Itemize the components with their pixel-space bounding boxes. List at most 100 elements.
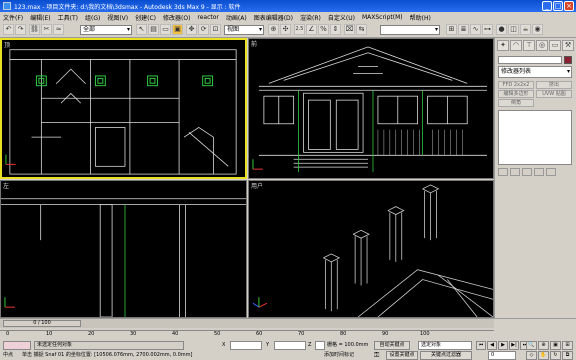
layer-manager-icon[interactable]: ≣ — [458, 24, 469, 35]
viewport-label-top[interactable]: 顶 — [4, 40, 10, 49]
object-name-field[interactable] — [498, 56, 562, 64]
viewport-label-user[interactable]: 用户 — [251, 181, 263, 190]
previous-frame-icon[interactable]: ◀ — [487, 341, 497, 350]
play-icon[interactable]: ▶ — [498, 341, 508, 350]
link-icon[interactable]: ⛓ — [29, 24, 40, 35]
set-key-button[interactable]: 设置关键点 — [386, 351, 418, 360]
modifier-stack[interactable] — [498, 110, 572, 165]
pivot-center-icon[interactable]: ⊕ — [268, 24, 279, 35]
show-end-result-icon[interactable] — [510, 168, 520, 176]
undo-icon[interactable]: ↶ — [3, 24, 14, 35]
minimize-button[interactable]: _ — [542, 1, 552, 11]
viewport-top[interactable]: 顶 — [0, 38, 247, 179]
curve-editor-icon[interactable]: ∿ — [470, 24, 481, 35]
make-unique-icon[interactable] — [522, 168, 532, 176]
configure-sets-icon[interactable] — [546, 168, 556, 176]
reference-coordinate-dropdown[interactable]: 视图 — [224, 25, 264, 35]
ffd-button[interactable]: FFD 2x2x2 — [498, 81, 534, 89]
time-slider-thumb[interactable]: 0 / 100 — [3, 320, 81, 327]
current-frame-field[interactable]: 0 — [488, 351, 516, 360]
display-tab-icon[interactable]: ▭ — [549, 40, 561, 51]
hierarchy-tab-icon[interactable]: ⊤ — [523, 40, 535, 51]
select-by-name-icon[interactable]: ▤ — [148, 24, 159, 35]
menu-group[interactable]: 组(G) — [85, 13, 100, 22]
menu-maxscript[interactable]: MAXScript(M) — [362, 14, 403, 21]
schematic-view-icon[interactable]: ⊶ — [482, 24, 493, 35]
viewport-user[interactable]: 用户 — [248, 180, 494, 318]
menu-graph-editors[interactable]: 图表编辑器(D) — [254, 13, 293, 22]
zoom-extents-all-icon[interactable]: ⊞ — [562, 341, 573, 350]
material-editor-icon[interactable]: ● — [496, 24, 507, 35]
bevel-button[interactable]: 倒角 — [498, 99, 534, 107]
y-coordinate-field[interactable] — [274, 341, 306, 350]
create-tab-icon[interactable]: ✦ — [497, 40, 509, 51]
modifier-list-dropdown[interactable]: 修改器列表 — [498, 66, 572, 78]
motion-tab-icon[interactable]: ◎ — [536, 40, 548, 51]
selection-filter-dropdown[interactable]: 全部 — [80, 25, 132, 35]
render-last-icon[interactable]: ◉ — [532, 24, 543, 35]
key-icon[interactable]: ⚿ — [374, 351, 384, 359]
go-to-start-icon[interactable]: ⏮ — [476, 341, 486, 350]
viewport-label-front[interactable]: 前 — [251, 39, 257, 48]
menu-help[interactable]: 帮助(H) — [410, 13, 431, 22]
percent-snap-icon[interactable]: % — [318, 24, 329, 35]
extrude-button[interactable]: 挤出 — [536, 81, 572, 89]
window-crossing-icon[interactable]: ▣ — [172, 24, 183, 35]
menu-file[interactable]: 文件(F) — [3, 13, 23, 22]
object-color-swatch[interactable] — [564, 56, 572, 64]
menu-edit[interactable]: 编辑(E) — [30, 13, 50, 22]
edit-named-selection-icon[interactable]: ⌧ — [344, 24, 355, 35]
menu-views[interactable]: 视图(V) — [107, 13, 128, 22]
add-time-tag-button[interactable]: 添加时间标记 — [324, 351, 354, 360]
menu-animation[interactable]: 动画(A) — [226, 13, 247, 22]
zoom-all-icon[interactable]: ⊕ — [538, 341, 549, 350]
key-filters-button[interactable]: 关键点过滤器 — [420, 351, 472, 360]
zoom-extents-icon[interactable]: ▣ — [550, 341, 561, 350]
menu-modifiers[interactable]: 修改器(O) — [163, 13, 190, 22]
bind-space-warp-icon[interactable]: ≈ — [53, 24, 64, 35]
spinner-snap-icon[interactable]: ⇕ — [330, 24, 341, 35]
close-button[interactable]: × — [564, 1, 574, 11]
time-slider[interactable]: 0 / 100 — [0, 319, 494, 328]
zoom-icon[interactable]: 🔍 — [526, 341, 537, 350]
menu-customize[interactable]: 自定义(U) — [328, 13, 355, 22]
move-icon[interactable]: ✥ — [186, 24, 197, 35]
maximize-viewport-icon[interactable]: ⧉ — [562, 351, 573, 360]
remove-modifier-icon[interactable] — [534, 168, 544, 176]
modify-tab-icon[interactable]: ◠ — [510, 40, 522, 51]
selected-set-dropdown[interactable]: 选定对象 — [418, 341, 472, 350]
align-icon[interactable]: ⊞ — [446, 24, 457, 35]
rotate-icon[interactable]: ⟳ — [198, 24, 209, 35]
named-selection-dropdown[interactable] — [380, 25, 440, 35]
viewport-label-left[interactable]: 左 — [3, 181, 9, 190]
menu-rendering[interactable]: 渲染(R) — [300, 13, 321, 22]
auto-key-button[interactable]: 自动关键点 — [374, 341, 410, 350]
menu-create[interactable]: 创建(C) — [135, 13, 156, 22]
edit-poly-button[interactable]: 编辑多边形 — [498, 90, 534, 98]
maxscript-listener-mini[interactable] — [3, 341, 31, 350]
quick-render-icon[interactable]: ☕ — [520, 24, 531, 35]
pan-icon[interactable]: ✋ — [538, 351, 549, 360]
z-coordinate-field[interactable] — [315, 341, 325, 350]
next-frame-icon[interactable]: ▶| — [509, 341, 519, 350]
mirror-icon[interactable]: ⇆ — [356, 24, 367, 35]
pin-stack-icon[interactable] — [498, 168, 508, 176]
scale-icon[interactable]: ⊡ — [210, 24, 221, 35]
uvw-map-button[interactable]: UVW 贴图 — [536, 90, 572, 98]
utilities-tab-icon[interactable]: ⚒ — [562, 40, 574, 51]
viewport-front[interactable]: 前 — [248, 38, 494, 179]
redo-icon[interactable]: ↷ — [15, 24, 26, 35]
angle-snap-icon[interactable]: ∠ — [306, 24, 317, 35]
viewport-left[interactable]: 左 — [0, 180, 247, 318]
snap-toggle-button[interactable]: 2.5 — [294, 24, 305, 35]
unlink-icon[interactable]: ✂ — [41, 24, 52, 35]
menu-tools[interactable]: 工具(T) — [58, 13, 78, 22]
render-scene-icon[interactable]: ◫ — [508, 24, 519, 35]
field-of-view-icon[interactable]: ◇ — [526, 351, 537, 360]
menu-reactor[interactable]: reactor — [197, 14, 219, 21]
rect-selection-icon[interactable]: ▭ — [160, 24, 171, 35]
select-object-icon[interactable]: ↖ — [136, 24, 147, 35]
x-coordinate-field[interactable] — [230, 341, 262, 350]
arc-rotate-icon[interactable]: ↻ — [550, 351, 561, 360]
select-manipulate-icon[interactable]: ✣ — [280, 24, 291, 35]
